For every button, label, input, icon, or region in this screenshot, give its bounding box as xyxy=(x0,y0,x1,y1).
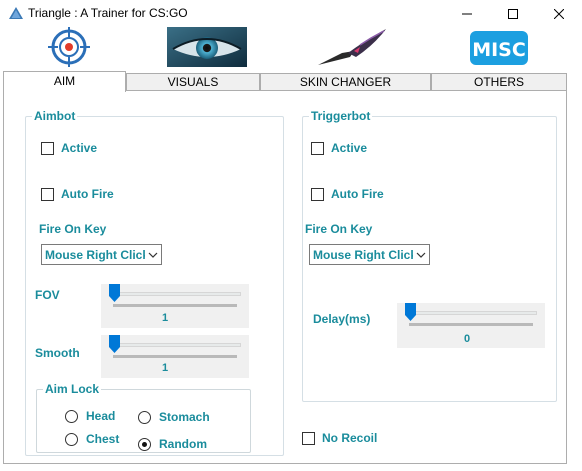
tab-icon-strip: MISC xyxy=(0,27,582,71)
aimbot-fire-key-select[interactable]: Mouse Right Click xyxy=(41,244,162,265)
aim-lock-title: Aim Lock xyxy=(43,382,102,396)
minimize-button[interactable] xyxy=(444,0,490,27)
aimbot-group: Aimbot Active Auto Fire Fire On Key Mous… xyxy=(25,109,284,456)
radio-button[interactable] xyxy=(138,410,151,424)
fov-slider-ticks xyxy=(113,304,237,307)
window-title: Triangle : A Trainer for CS:GO xyxy=(28,6,188,20)
radio-random[interactable]: Random xyxy=(138,437,207,451)
close-button[interactable] xyxy=(536,0,582,27)
title-bar: Triangle : A Trainer for CS:GO xyxy=(0,0,582,27)
maximize-icon xyxy=(508,8,518,19)
triggerbot-active-checkbox[interactable]: Active xyxy=(311,141,367,155)
tab-skin-changer[interactable]: SKIN CHANGER xyxy=(260,73,431,91)
no-recoil-label: No Recoil xyxy=(322,431,378,445)
chevron-down-icon xyxy=(413,245,429,264)
aimbot-autofire-checkbox[interactable]: Auto Fire xyxy=(41,187,114,201)
triggerbot-autofire-checkbox[interactable]: Auto Fire xyxy=(311,187,384,201)
eye-icon[interactable] xyxy=(167,27,247,67)
radio-head-label: Head xyxy=(86,409,116,423)
no-recoil-checkbox[interactable]: No Recoil xyxy=(302,431,377,445)
aimbot-fire-key-value: Mouse Right Click xyxy=(45,247,145,262)
checkbox-box[interactable] xyxy=(311,141,324,155)
close-icon xyxy=(554,8,564,19)
crosshair-icon[interactable] xyxy=(36,27,116,67)
checkbox-box[interactable] xyxy=(302,431,315,445)
minimize-icon xyxy=(462,13,472,14)
triggerbot-active-label: Active xyxy=(331,141,368,155)
misc-label: MISC xyxy=(472,39,526,61)
smooth-slider-thumb[interactable] xyxy=(109,335,120,353)
delay-label: Delay(ms) xyxy=(313,312,371,326)
triggerbot-fire-key-select[interactable]: Mouse Right Click xyxy=(309,244,430,265)
delay-slider[interactable]: 0 xyxy=(397,303,545,348)
radio-head[interactable]: Head xyxy=(65,409,115,423)
delay-value: 0 xyxy=(463,333,471,345)
radio-random-label: Random xyxy=(159,437,207,451)
checkbox-box[interactable] xyxy=(41,141,54,155)
fov-slider-track[interactable] xyxy=(113,292,241,296)
fov-value: 1 xyxy=(161,312,169,324)
tab-bar: AIM VISUALS SKIN CHANGER OTHERS xyxy=(0,71,582,92)
triangle-icon xyxy=(9,7,23,19)
radio-button[interactable] xyxy=(65,409,78,423)
tab-visuals[interactable]: VISUALS xyxy=(126,73,260,91)
radio-chest-label: Chest xyxy=(86,432,120,446)
delay-slider-ticks xyxy=(409,323,533,326)
triggerbot-autofire-label: Auto Fire xyxy=(331,187,384,201)
radio-button-selected[interactable] xyxy=(138,437,151,451)
smooth-value: 1 xyxy=(161,362,169,374)
triggerbot-fire-on-key-label: Fire On Key xyxy=(305,222,373,236)
triggerbot-fire-key-value: Mouse Right Click xyxy=(313,247,413,262)
triggerbot-title: Triggerbot xyxy=(309,109,373,123)
smooth-label: Smooth xyxy=(35,346,80,360)
maximize-button[interactable] xyxy=(490,0,536,27)
aimbot-title: Aimbot xyxy=(32,109,78,123)
radio-stomach-label: Stomach xyxy=(159,410,210,424)
chevron-down-icon xyxy=(145,245,161,264)
aimbot-autofire-label: Auto Fire xyxy=(61,187,114,201)
tab-others[interactable]: OTHERS xyxy=(431,73,567,91)
smooth-slider-ticks xyxy=(113,355,237,358)
radio-chest[interactable]: Chest xyxy=(65,432,119,446)
radio-stomach[interactable]: Stomach xyxy=(138,410,210,424)
smooth-slider[interactable]: 1 xyxy=(101,335,249,378)
knife-icon[interactable] xyxy=(314,27,394,67)
checkbox-box[interactable] xyxy=(311,187,324,201)
misc-icon[interactable]: MISC xyxy=(466,27,546,67)
radio-button[interactable] xyxy=(65,432,78,446)
delay-slider-track[interactable] xyxy=(409,311,537,315)
checkbox-box[interactable] xyxy=(41,187,54,201)
delay-slider-thumb[interactable] xyxy=(405,303,416,321)
fov-slider-thumb[interactable] xyxy=(109,284,120,302)
aim-lock-group: Aim Lock Head Stomach Chest Random xyxy=(36,382,251,453)
tab-aim[interactable]: AIM xyxy=(3,71,126,92)
aimbot-active-checkbox[interactable]: Active xyxy=(41,141,97,155)
aim-panel: Aimbot Active Auto Fire Fire On Key Mous… xyxy=(3,90,567,464)
fov-slider[interactable]: 1 xyxy=(101,284,249,328)
triggerbot-group: Triggerbot Active Auto Fire Fire On Key … xyxy=(302,109,557,402)
smooth-slider-track[interactable] xyxy=(113,343,241,347)
fov-label: FOV xyxy=(35,288,60,302)
aimbot-fire-on-key-label: Fire On Key xyxy=(39,222,107,236)
aimbot-active-label: Active xyxy=(61,141,98,155)
